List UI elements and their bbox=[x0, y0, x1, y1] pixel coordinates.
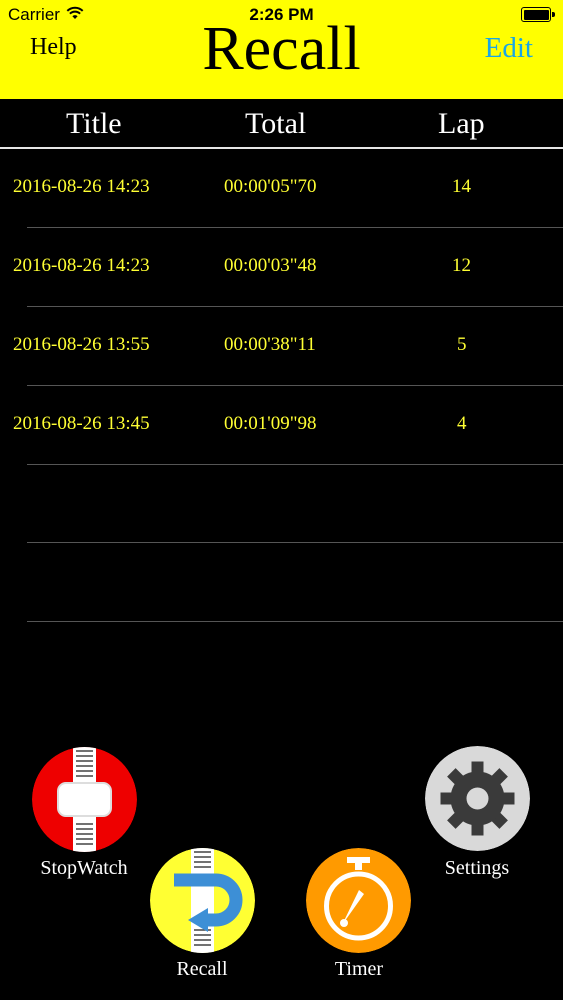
recall-label: Recall bbox=[176, 958, 228, 980]
column-title: Title bbox=[66, 107, 122, 140]
recall-button[interactable] bbox=[150, 848, 255, 953]
row-title: 2016-08-26 13:45 bbox=[13, 413, 150, 434]
row-title: 2016-08-26 14:23 bbox=[13, 255, 150, 276]
row-lap: 5 bbox=[457, 334, 467, 355]
gear-icon bbox=[425, 746, 530, 851]
row-total: 00:00'03"48 bbox=[224, 255, 317, 276]
timer-label: Timer bbox=[334, 958, 384, 980]
table-row[interactable]: 2016-08-26 13:45 00:01'09"98 4 bbox=[0, 386, 563, 465]
row-title: 2016-08-26 14:23 bbox=[13, 176, 150, 197]
stopwatch-button[interactable] bbox=[32, 747, 137, 852]
table-row[interactable]: 2016-08-26 13:55 00:00'38"11 5 bbox=[0, 307, 563, 386]
row-total: 00:00'05"70 bbox=[224, 176, 317, 197]
column-header: Title Total Lap bbox=[0, 99, 563, 149]
table-row[interactable]: 2016-08-26 14:23 00:00'03"48 12 bbox=[0, 228, 563, 307]
timer-button[interactable] bbox=[306, 848, 411, 953]
settings-label: Settings bbox=[444, 857, 510, 879]
row-lap: 4 bbox=[457, 413, 467, 434]
row-divider bbox=[27, 464, 563, 465]
table-row[interactable]: 2016-08-26 14:23 00:00'05"70 14 bbox=[0, 149, 563, 228]
timer-icon bbox=[306, 848, 411, 953]
row-title: 2016-08-26 13:55 bbox=[13, 334, 150, 355]
column-total: Total bbox=[245, 107, 307, 140]
stopwatch-label: StopWatch bbox=[40, 857, 128, 879]
row-lap: 12 bbox=[452, 255, 471, 276]
recall-icon bbox=[150, 848, 255, 953]
row-total: 00:00'38"11 bbox=[224, 334, 316, 355]
row-divider bbox=[27, 542, 563, 543]
row-divider bbox=[27, 621, 563, 622]
page-title: Recall bbox=[202, 15, 361, 83]
edit-button[interactable]: Edit bbox=[485, 32, 533, 65]
column-lap: Lap bbox=[438, 107, 485, 140]
row-lap: 14 bbox=[452, 176, 471, 197]
nav-bar: Carrier 2:26 PM Help Recall Edit bbox=[0, 0, 563, 99]
row-total: 00:01'09"98 bbox=[224, 413, 317, 434]
settings-button[interactable] bbox=[425, 746, 530, 851]
stopwatch-icon bbox=[32, 747, 137, 852]
